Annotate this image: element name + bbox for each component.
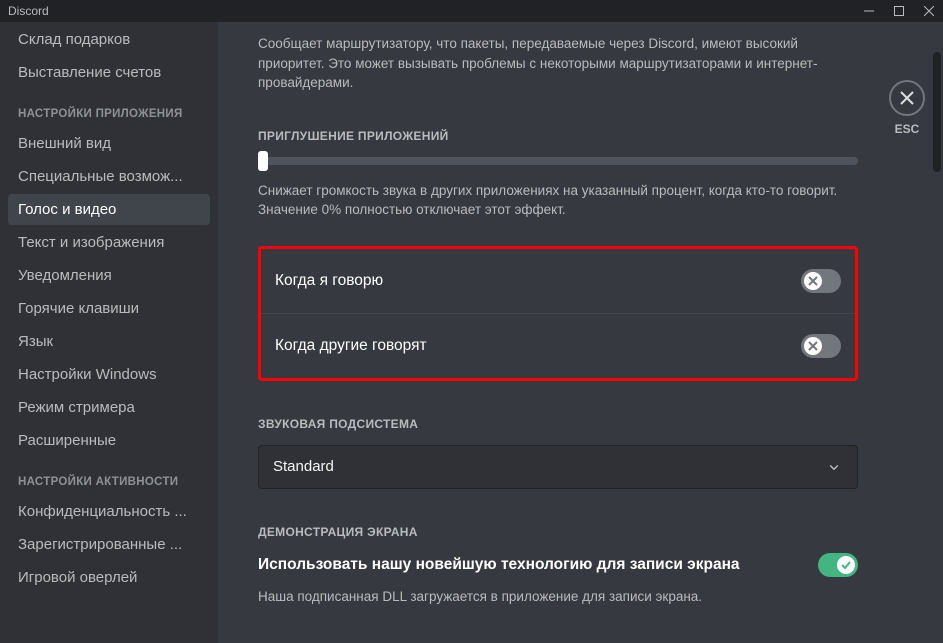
toggle-thumb — [804, 272, 822, 290]
sidebar-item-windows[interactable]: Настройки Windows — [8, 359, 210, 390]
content-scrollbar[interactable] — [933, 52, 941, 172]
subsystem-header: ЗВУКОВАЯ ПОДСИСТЕМА — [258, 417, 858, 431]
toggle-screenshare-tech[interactable] — [818, 553, 858, 577]
sidebar-item-notifications[interactable]: Уведомления — [8, 260, 210, 291]
toggle-others-speak[interactable] — [801, 334, 841, 358]
toggle-row-i-speak: Когда я говорю — [261, 249, 855, 313]
slider-thumb[interactable] — [258, 151, 268, 171]
sidebar-item-privacy[interactable]: Конфиденциальность ... — [8, 496, 210, 527]
qos-description: Сообщает маршрутизатору, что пакеты, пер… — [258, 34, 858, 93]
app-name: Discord — [8, 4, 49, 18]
sidebar-item-language[interactable]: Язык — [8, 326, 210, 357]
sidebar-header-app: НАСТРОЙКИ ПРИЛОЖЕНИЯ — [8, 90, 210, 126]
sidebar-item-accessibility[interactable]: Специальные возмож... — [8, 161, 210, 192]
sidebar-item-voice-video[interactable]: Голос и видео — [8, 194, 210, 225]
window-controls — [863, 5, 935, 17]
attenuation-slider[interactable] — [258, 157, 858, 165]
settings-content: Сообщает маршрутизатору, что пакеты, пер… — [218, 22, 943, 643]
settings-sidebar: Склад подарков Выставление счетов НАСТРО… — [0, 22, 218, 643]
attenuation-description: Снижает громкость звука в других приложе… — [258, 181, 858, 220]
highlighted-toggles: Когда я говорю Когда другие говорят — [258, 246, 858, 381]
toggle-row-others-speak: Когда другие говорят — [261, 313, 855, 378]
maximize-button[interactable] — [893, 5, 905, 17]
toggle-label-i-speak: Когда я говорю — [275, 272, 383, 290]
close-settings-button[interactable] — [889, 80, 925, 116]
toggle-thumb — [837, 556, 855, 574]
toggle-i-speak[interactable] — [801, 269, 841, 293]
attenuation-header: ПРИГЛУШЕНИЕ ПРИЛОЖЕНИЙ — [258, 129, 858, 143]
screenshare-description: Наша подписанная DLL загружается в прило… — [258, 587, 858, 607]
titlebar: Discord — [0, 0, 943, 22]
close-window-button[interactable] — [923, 5, 935, 17]
screenshare-row: Использовать нашу новейшую технологию дл… — [258, 553, 858, 577]
toggle-label-others-speak: Когда другие говорят — [275, 337, 427, 355]
sidebar-item-registered[interactable]: Зарегистрированные ... — [8, 529, 210, 560]
esc-label: ESC — [895, 122, 920, 136]
sidebar-item-advanced[interactable]: Расширенные — [8, 425, 210, 456]
chevron-down-icon — [825, 458, 843, 476]
subsystem-value: Standard — [273, 458, 334, 475]
sidebar-item-billing[interactable]: Выставление счетов — [8, 57, 210, 88]
minimize-button[interactable] — [863, 5, 875, 17]
screenshare-title: Использовать нашу новейшую технологию дл… — [258, 556, 740, 574]
screenshare-header: ДЕМОНСТРАЦИЯ ЭКРАНА — [258, 525, 858, 539]
sidebar-item-overlay[interactable]: Игровой оверлей — [8, 562, 210, 593]
sidebar-item-appearance[interactable]: Внешний вид — [8, 128, 210, 159]
toggle-thumb — [804, 337, 822, 355]
close-panel: ESC — [889, 80, 925, 136]
sidebar-item-keybinds[interactable]: Горячие клавиши — [8, 293, 210, 324]
sidebar-item-streamer[interactable]: Режим стримера — [8, 392, 210, 423]
sidebar-item-text-images[interactable]: Текст и изображения — [8, 227, 210, 258]
sidebar-item-gifts[interactable]: Склад подарков — [8, 24, 210, 55]
subsystem-select[interactable]: Standard — [258, 445, 858, 489]
sidebar-header-activity: НАСТРОЙКИ АКТИВНОСТИ — [8, 458, 210, 494]
